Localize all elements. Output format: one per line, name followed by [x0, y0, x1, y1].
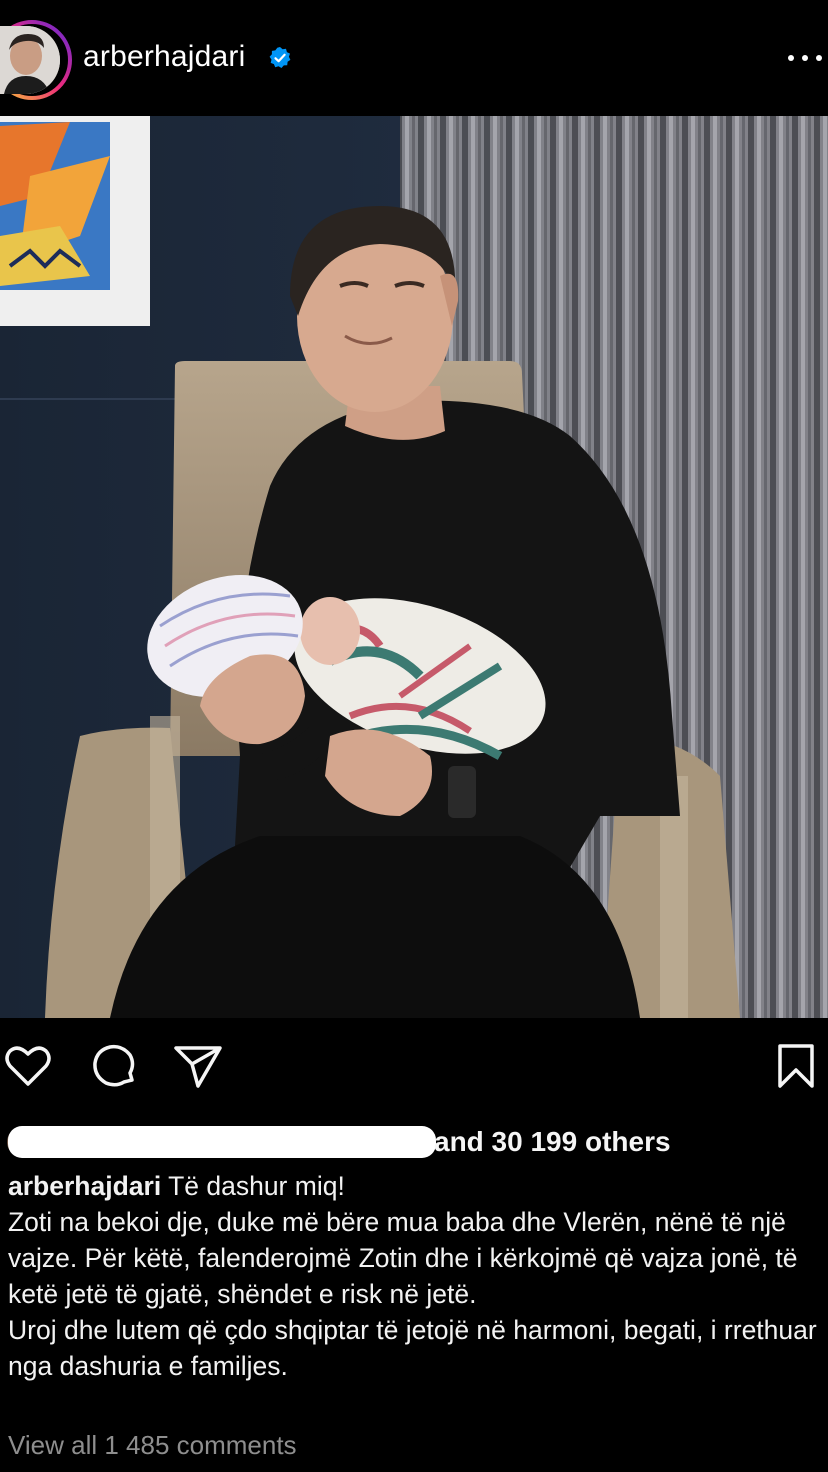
redaction-mark	[8, 1126, 436, 1158]
caption-username[interactable]: arberhajdari	[8, 1171, 161, 1201]
view-comments-link[interactable]: View all 1 485 comments	[8, 1430, 297, 1461]
caption-greeting: Të dashur miq!	[161, 1171, 345, 1201]
post-header: arberhajdari	[0, 0, 828, 116]
heart-icon[interactable]	[2, 1040, 54, 1092]
likes-count-text[interactable]: and 30 199 others	[434, 1126, 671, 1158]
caption-paragraph-2: Uroj dhe lutem që çdo shqiptar të jetojë…	[8, 1315, 817, 1381]
verified-badge-icon	[269, 47, 291, 68]
post-caption: arberhajdari Të dashur miq! Zoti na beko…	[8, 1168, 820, 1384]
caption-first-line: arberhajdari Të dashur miq!	[8, 1168, 820, 1204]
likes-summary[interactable]: and 30 199 others	[0, 1120, 828, 1164]
caption-paragraph-1: Zoti na bekoi dje, duke më bëre mua baba…	[8, 1207, 798, 1309]
more-options-icon[interactable]	[784, 46, 828, 70]
comment-icon[interactable]	[88, 1040, 140, 1092]
send-icon[interactable]	[172, 1040, 224, 1092]
bookmark-icon[interactable]	[770, 1040, 822, 1092]
action-bar	[0, 1040, 828, 1100]
post-photo[interactable]	[0, 116, 828, 1018]
post-username[interactable]: arberhajdari	[83, 40, 246, 74]
